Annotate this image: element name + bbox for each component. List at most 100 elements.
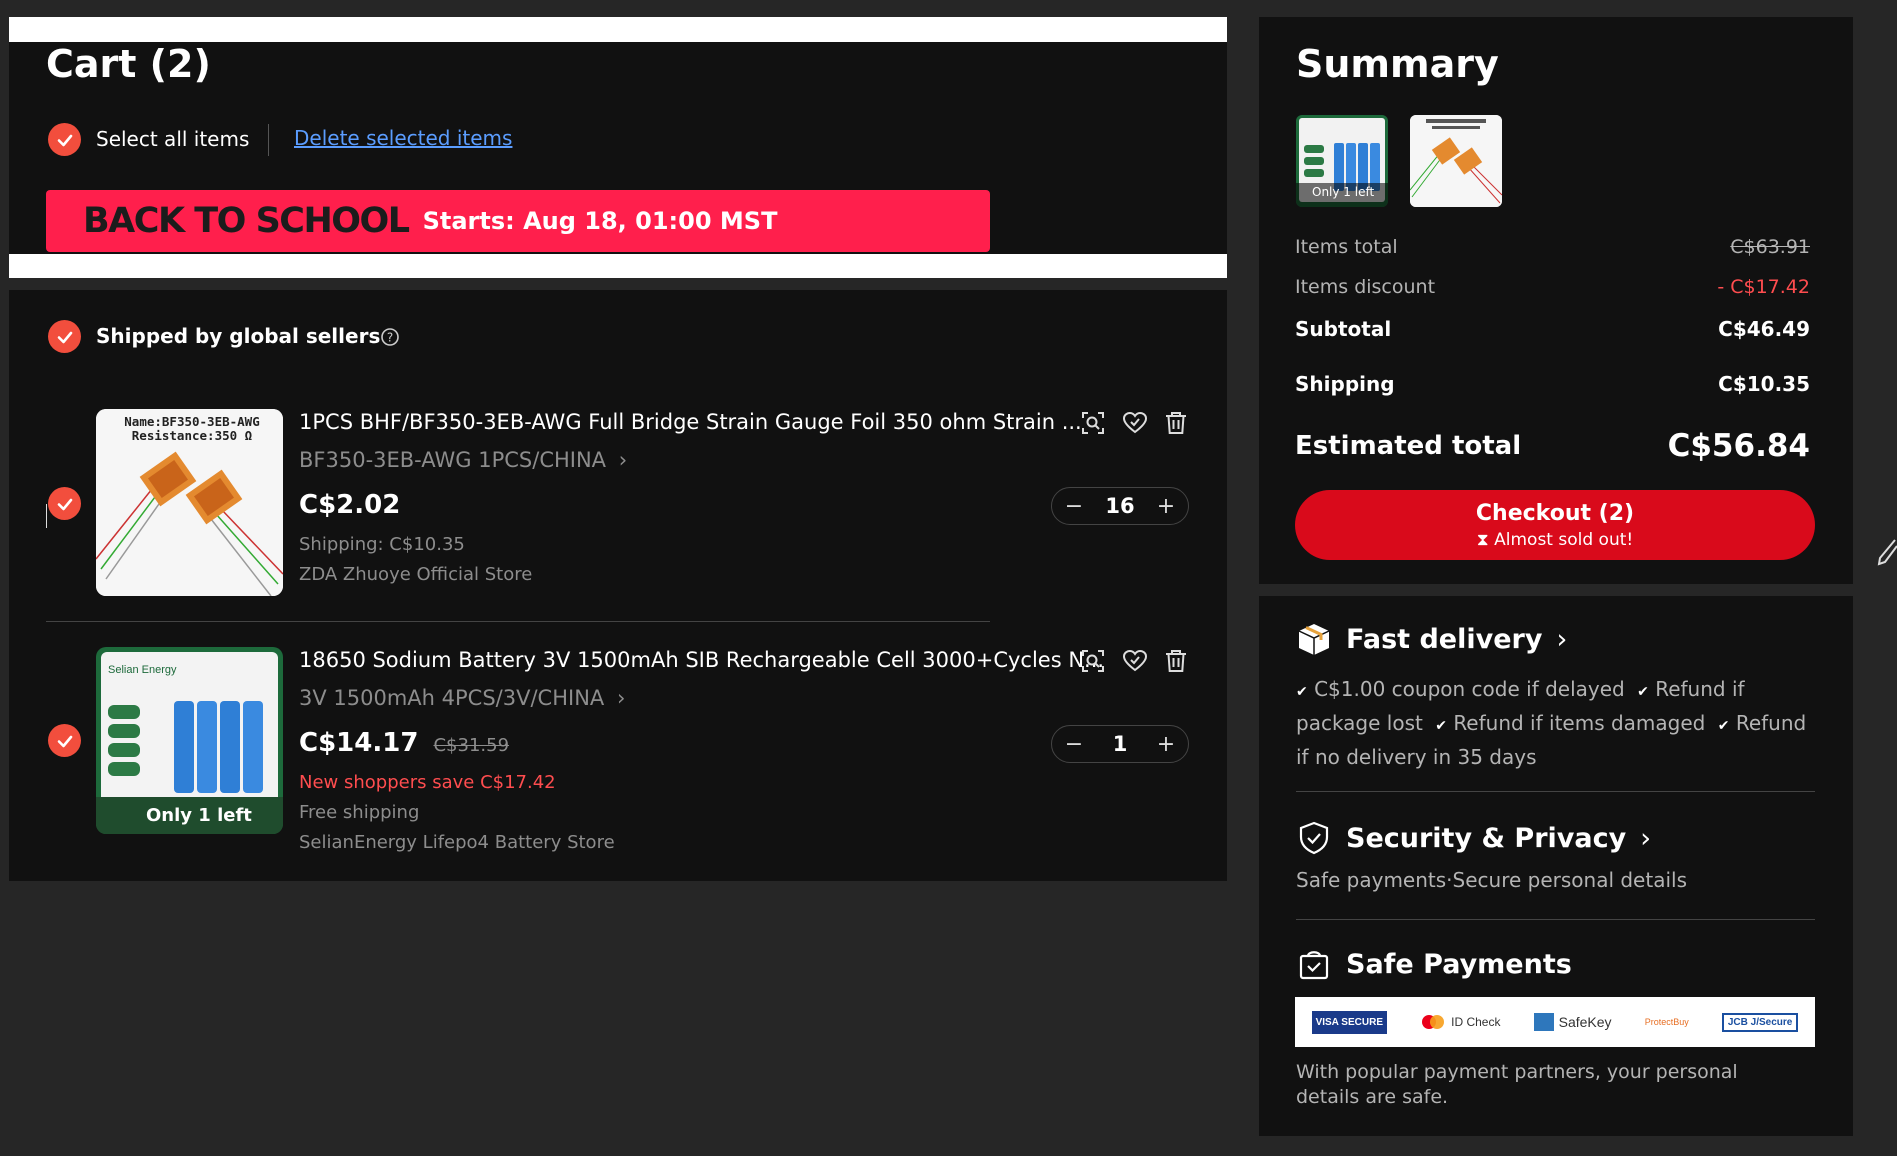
almost-sold-out: ⧗ Almost sold out! (1477, 530, 1633, 550)
mastercard-id-check-logo: ID Check (1420, 1014, 1500, 1030)
items-total-label: Items total (1295, 236, 1398, 258)
security-privacy-title: Security & Privacy (1346, 822, 1627, 854)
select-all-checkbox[interactable] (48, 123, 81, 156)
svg-text:?: ? (387, 331, 393, 345)
shipping-value: C$10.35 (1718, 372, 1810, 396)
increment-button[interactable]: + (1156, 494, 1176, 519)
promo-text: New shoppers save C$17.42 (299, 772, 556, 793)
increment-button[interactable]: + (1156, 732, 1176, 757)
jcb-jsecure-logo: JCB J/Secure (1721, 1012, 1799, 1032)
chevron-right-icon: › (616, 686, 626, 710)
shipping-info: Shipping: C$10.35 (299, 534, 465, 555)
hourglass-icon: ⧗ (1476, 529, 1489, 550)
delivery-points: ✔ C$1.00 coupon code if delayed ✔ Refund… (1296, 674, 1816, 773)
amex-safekey-logo: SafeKey (1533, 1013, 1612, 1031)
checkout-button[interactable]: Checkout (2) ⧗ Almost sold out! (1295, 490, 1815, 560)
fast-delivery-header[interactable]: Fast delivery › (1296, 621, 1567, 657)
items-discount-row: Items discount - C$17.42 (1295, 276, 1810, 298)
summary-title: Summary (1296, 42, 1499, 86)
items-total-row: Items total C$63.91 (1295, 236, 1810, 258)
cart-title: Cart (2) (46, 42, 211, 86)
quantity-value[interactable]: 1 (1113, 732, 1128, 756)
bottom-white-strip (9, 254, 1227, 278)
check-icon: ✔ (1296, 684, 1308, 700)
checkout-label: Checkout (2) (1475, 500, 1635, 526)
shipping-row: Shipping C$10.35 (1295, 372, 1810, 396)
summary-thumb-battery[interactable]: Only 1 left (1296, 115, 1388, 207)
security-privacy-header[interactable]: Security & Privacy › (1296, 820, 1651, 856)
delete-trash-icon[interactable] (1162, 409, 1190, 437)
item-checkbox[interactable] (48, 487, 81, 520)
estimated-total-value: C$56.84 (1667, 428, 1810, 464)
only-left-badge: Only 1 left (146, 805, 252, 826)
group-label: Shipped by global sellers (96, 324, 381, 348)
find-similar-icon[interactable] (1079, 409, 1107, 437)
image-text-resistance: Resistance:350 Ω (132, 428, 252, 443)
discover-protectbuy-logo: ProtectBuy (1644, 1017, 1689, 1027)
image-text-name: Name:BF350-3EB-AWG (124, 414, 259, 429)
quantity-stepper[interactable]: − 1 + (1051, 725, 1189, 763)
estimated-total-label: Estimated total (1295, 431, 1522, 461)
header-divider (268, 124, 269, 156)
estimated-total-row: Estimated total C$56.84 (1295, 428, 1810, 464)
subtotal-value: C$46.49 (1718, 317, 1810, 341)
product-image-strain-gauge[interactable]: Name:BF350-3EB-AWG Resistance:350 Ω (96, 409, 283, 596)
banner-title: BACK TO SCHOOL (83, 201, 410, 241)
product-title[interactable]: 18650 Sodium Battery 3V 1500mAh SIB Rech… (299, 648, 1104, 672)
delivery-point: Refund if items damaged (1453, 711, 1706, 735)
shopping-bag-icon (1296, 946, 1332, 982)
delete-selected-link[interactable]: Delete selected items (294, 126, 512, 150)
delivery-point: C$1.00 coupon code if delayed (1314, 677, 1625, 701)
safe-payments-title: Safe Payments (1346, 948, 1572, 980)
product-title[interactable]: 1PCS BHF/BF350-3EB-AWG Full Bridge Strai… (299, 410, 1082, 434)
wishlist-heart-icon[interactable] (1121, 409, 1149, 437)
check-icon: ✔ (1637, 684, 1649, 700)
almost-sold-out-text: Almost sold out! (1494, 529, 1634, 550)
chevron-right-icon: › (618, 448, 628, 472)
product-image-battery[interactable]: Selian Energy Only 1 left (96, 647, 283, 834)
quantity-value[interactable]: 16 (1105, 494, 1134, 518)
decrement-button[interactable]: − (1064, 494, 1084, 519)
visa-secure-logo: VISA SECURE (1311, 1010, 1387, 1034)
subtotal-label: Subtotal (1295, 317, 1392, 341)
product-price: C$14.17 C$31.59 (299, 728, 509, 758)
decrement-button[interactable]: − (1064, 732, 1084, 757)
items-discount-label: Items discount (1295, 276, 1436, 298)
edit-pencil-icon[interactable] (1877, 536, 1897, 566)
original-price: C$31.59 (433, 735, 510, 756)
store-name[interactable]: ZDA Zhuoye Official Store (299, 564, 532, 585)
top-white-strip (9, 17, 1227, 42)
variant-text: BF350-3EB-AWG 1PCS/CHINA (299, 448, 607, 472)
shield-icon (1296, 820, 1332, 856)
section-divider (1296, 919, 1815, 920)
shipping-label: Shipping (1295, 372, 1395, 396)
store-name[interactable]: SelianEnergy Lifepo4 Battery Store (299, 832, 615, 853)
wishlist-heart-icon[interactable] (1121, 647, 1149, 675)
subtotal-row: Subtotal C$46.49 (1295, 317, 1810, 341)
shipping-info: Free shipping (299, 802, 420, 823)
summary-thumb-strain-gauge[interactable] (1410, 115, 1502, 207)
select-all-label[interactable]: Select all items (96, 127, 249, 151)
info-icon[interactable]: ? (380, 327, 400, 347)
product-variant[interactable]: BF350-3EB-AWG 1PCS/CHINA › (299, 448, 627, 472)
payment-logos: VISA SECURE ID Check SafeKey ProtectBuy … (1295, 997, 1815, 1047)
current-price: C$14.17 (299, 728, 419, 758)
fast-delivery-title: Fast delivery (1346, 623, 1543, 655)
banner-start-date: Starts: Aug 18, 01:00 MST (422, 207, 778, 235)
items-discount-value: - C$17.42 (1717, 276, 1810, 298)
security-desc: Safe payments·Secure personal details (1296, 868, 1687, 892)
payments-desc: With popular payment partners, your pers… (1296, 1061, 1738, 1108)
promo-banner[interactable]: BACK TO SCHOOL Starts: Aug 18, 01:00 MST (46, 190, 990, 252)
check-icon: ✔ (1717, 718, 1730, 734)
variant-text: 3V 1500mAh 4PCS/3V/CHINA (299, 686, 605, 710)
delete-trash-icon[interactable] (1162, 647, 1190, 675)
item-checkbox[interactable] (48, 724, 81, 757)
item-divider (46, 621, 990, 622)
product-variant[interactable]: 3V 1500mAh 4PCS/3V/CHINA › (299, 686, 625, 710)
group-checkbox[interactable] (48, 320, 81, 353)
quantity-stepper[interactable]: − 16 + (1051, 487, 1189, 525)
find-similar-icon[interactable] (1079, 647, 1107, 675)
image-brand-text: Selian Energy (108, 664, 177, 676)
package-icon (1296, 621, 1332, 657)
summary-only-left-badge: Only 1 left (1312, 185, 1375, 199)
